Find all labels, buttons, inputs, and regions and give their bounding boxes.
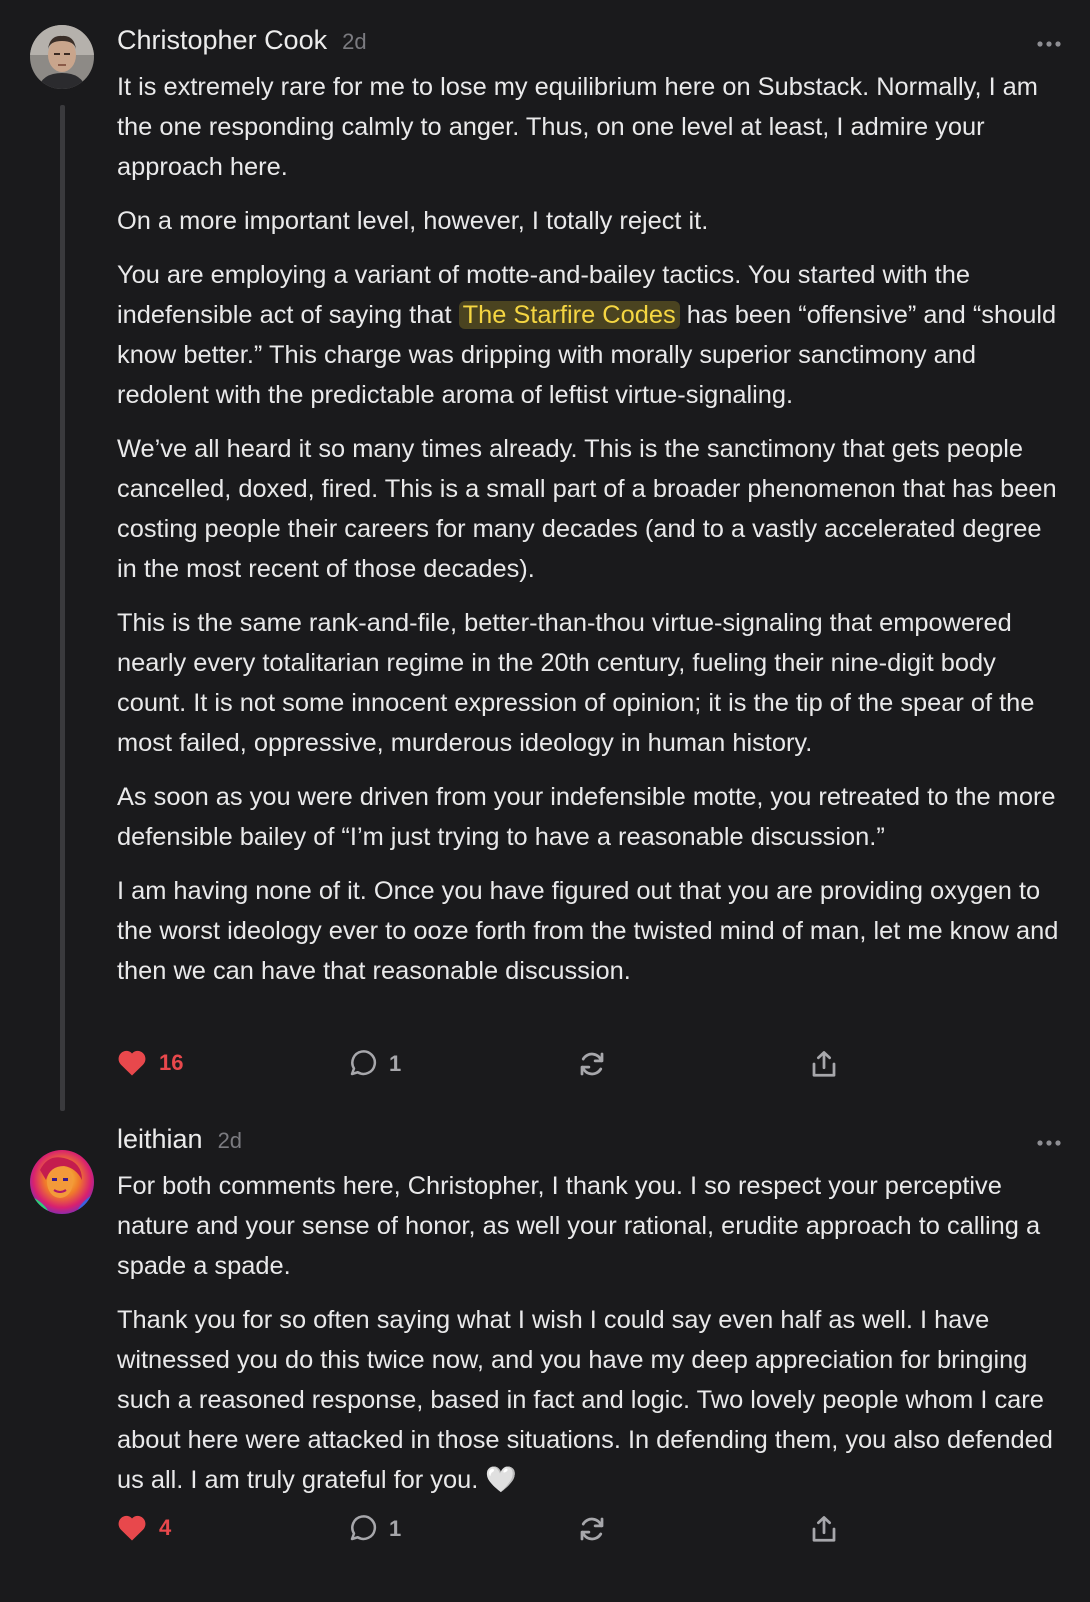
comment-actions: 16 1 (117, 1049, 857, 1085)
heart-icon (118, 1050, 146, 1076)
comment-paragraph: Thank you for so often saying what I wis… (117, 1306, 1053, 1494)
avatar-photo (30, 25, 94, 89)
comment: leithian 2d For both comments here, Chri… (0, 1124, 1090, 1590)
comment-paragraph: On a more important level, however, I to… (117, 207, 709, 235)
share-button[interactable] (809, 1049, 839, 1079)
more-icon[interactable] (1036, 39, 1062, 49)
share-icon (812, 1051, 836, 1077)
comment-actions: 4 1 (117, 1514, 857, 1550)
restack-icon (580, 1052, 604, 1076)
comment-body: It is extremely rare for me to lose my e… (117, 67, 1067, 1005)
restack-button[interactable] (577, 1049, 607, 1079)
reply-count: 1 (389, 1051, 402, 1076)
comment-paragraph: You are employing a variant of motte-and… (117, 255, 1067, 415)
comment-header: leithian 2d (117, 1124, 242, 1164)
share-button[interactable] (809, 1514, 839, 1544)
reply-count: 1 (389, 1516, 402, 1541)
like-count: 4 (159, 1515, 172, 1540)
restack-button[interactable] (577, 1514, 607, 1544)
share-icon (812, 1516, 836, 1542)
author-name[interactable]: leithian (117, 1124, 203, 1155)
avatar[interactable] (30, 25, 94, 89)
reply-button[interactable]: 1 (347, 1049, 401, 1079)
author-name[interactable]: Christopher Cook (117, 25, 327, 56)
avatar[interactable] (30, 1150, 94, 1214)
comment-paragraph: It is extremely rare for me to lose my e… (117, 73, 1038, 181)
comment-paragraph: This is the same rank-and-file, better-t… (117, 609, 1035, 757)
heart-icon (118, 1515, 146, 1541)
publication-mention-link[interactable]: The Starfire Codes (458, 301, 680, 329)
comment-bubble-icon (350, 1050, 377, 1076)
comment-time: 2d (342, 29, 367, 54)
reply-button[interactable]: 1 (347, 1514, 401, 1544)
comment-header: Christopher Cook 2d (117, 25, 367, 65)
avatar-photo (30, 1150, 94, 1214)
comment-paragraph: We’ve all heard it so many times already… (117, 435, 1057, 583)
comment: Christopher Cook 2d It is extremely rare… (0, 25, 1090, 1115)
like-button[interactable]: 4 (117, 1514, 171, 1542)
comment-time: 2d (217, 1128, 243, 1153)
comment-paragraph: I am having none of it. Once you have fi… (117, 877, 1059, 985)
like-button[interactable]: 16 (117, 1049, 183, 1077)
comment-bubble-icon (350, 1515, 377, 1541)
more-icon[interactable] (1036, 1138, 1062, 1148)
thread-line (60, 105, 65, 1111)
comment-body: For both comments here, Christopher, I t… (117, 1166, 1067, 1514)
comment-paragraph: For both comments here, Christopher, I t… (117, 1172, 1041, 1280)
like-count: 16 (159, 1050, 184, 1075)
comment-paragraph: As soon as you were driven from your ind… (117, 783, 1056, 851)
restack-icon (580, 1517, 604, 1541)
